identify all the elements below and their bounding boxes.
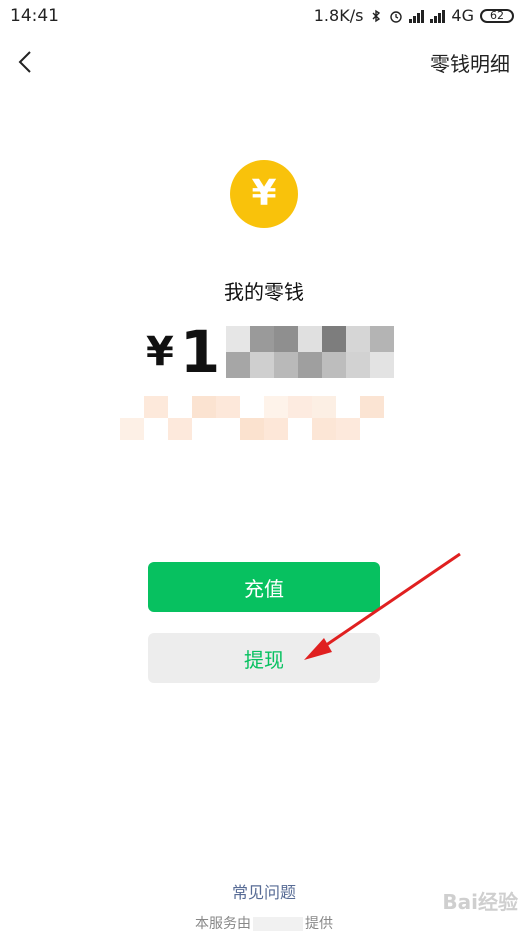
service-provider-note: 本服务由 提供 — [0, 913, 528, 933]
balance-amount: ¥ 1 — [146, 318, 395, 386]
chevron-left-icon — [18, 51, 31, 73]
signal-icon — [409, 9, 425, 23]
status-icons: 1.8K/s 4G 62 — [314, 6, 514, 25]
page-title: 我的零钱 — [224, 280, 304, 304]
currency-symbol: ¥ — [146, 329, 174, 375]
yuan-icon: ¥ — [251, 173, 277, 214]
status-time: 14:41 — [10, 6, 59, 26]
watermark: Bai经验 — [442, 890, 518, 914]
withdraw-button[interactable]: 提现 — [148, 633, 380, 683]
wallet-coin-icon: ¥ — [230, 160, 298, 228]
footer-prefix: 本服务由 — [195, 916, 251, 932]
redacted-provider — [253, 917, 303, 931]
recharge-button[interactable]: 充值 — [148, 562, 380, 612]
footer-suffix: 提供 — [305, 916, 333, 932]
bluetooth-icon — [372, 9, 381, 22]
battery-icon: 62 — [480, 8, 514, 23]
alarm-icon — [390, 10, 403, 23]
network-type: 4G — [451, 6, 474, 25]
balance-details-link[interactable]: 零钱明细 — [430, 48, 510, 77]
net-speed: 1.8K/s — [313, 6, 364, 25]
balance-digit: 1 — [179, 318, 221, 386]
redacted-balance — [226, 326, 395, 378]
signal-icon-2 — [430, 9, 446, 23]
status-bar: 14:41 1.8K/s 4G 62 — [0, 0, 528, 34]
redacted-info — [120, 396, 408, 440]
back-button[interactable] — [12, 46, 38, 78]
